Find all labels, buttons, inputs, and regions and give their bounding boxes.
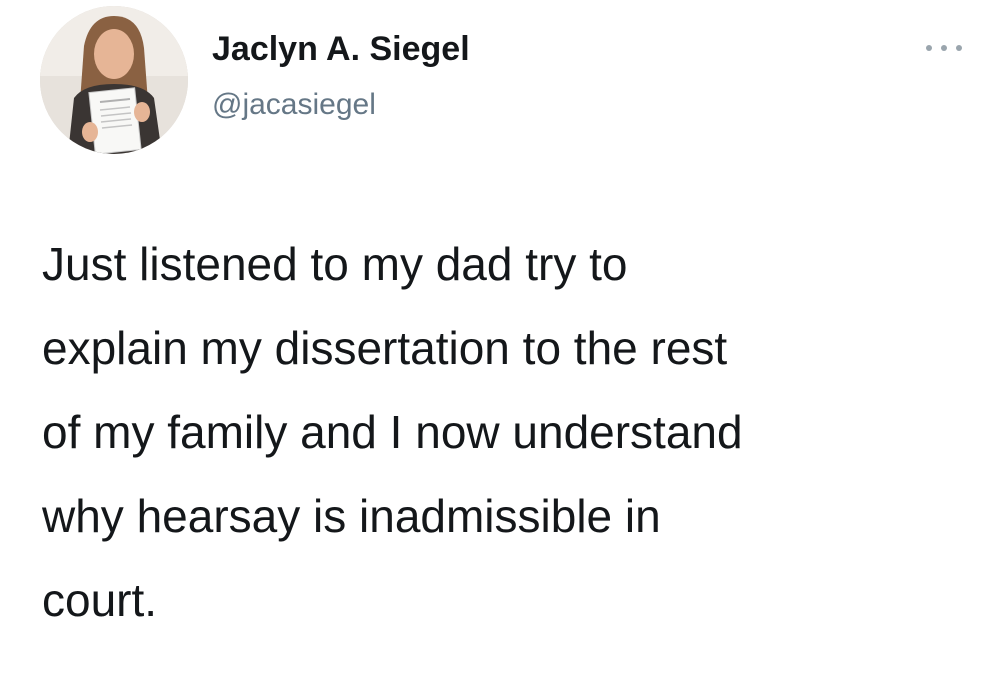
avatar[interactable] [40,6,188,154]
dot [926,45,932,51]
tweet-text: Just listened to my dad try to explain m… [42,238,743,626]
avatar-photo [40,6,188,154]
dot [941,45,947,51]
dot [956,45,962,51]
tweet-card: Jaclyn A. Siegel @jacasiegel Just listen… [0,0,1000,698]
author-handle[interactable]: @jacasiegel [212,88,376,122]
author-display-name[interactable]: Jaclyn A. Siegel [212,30,470,69]
more-options-icon[interactable] [926,38,962,58]
